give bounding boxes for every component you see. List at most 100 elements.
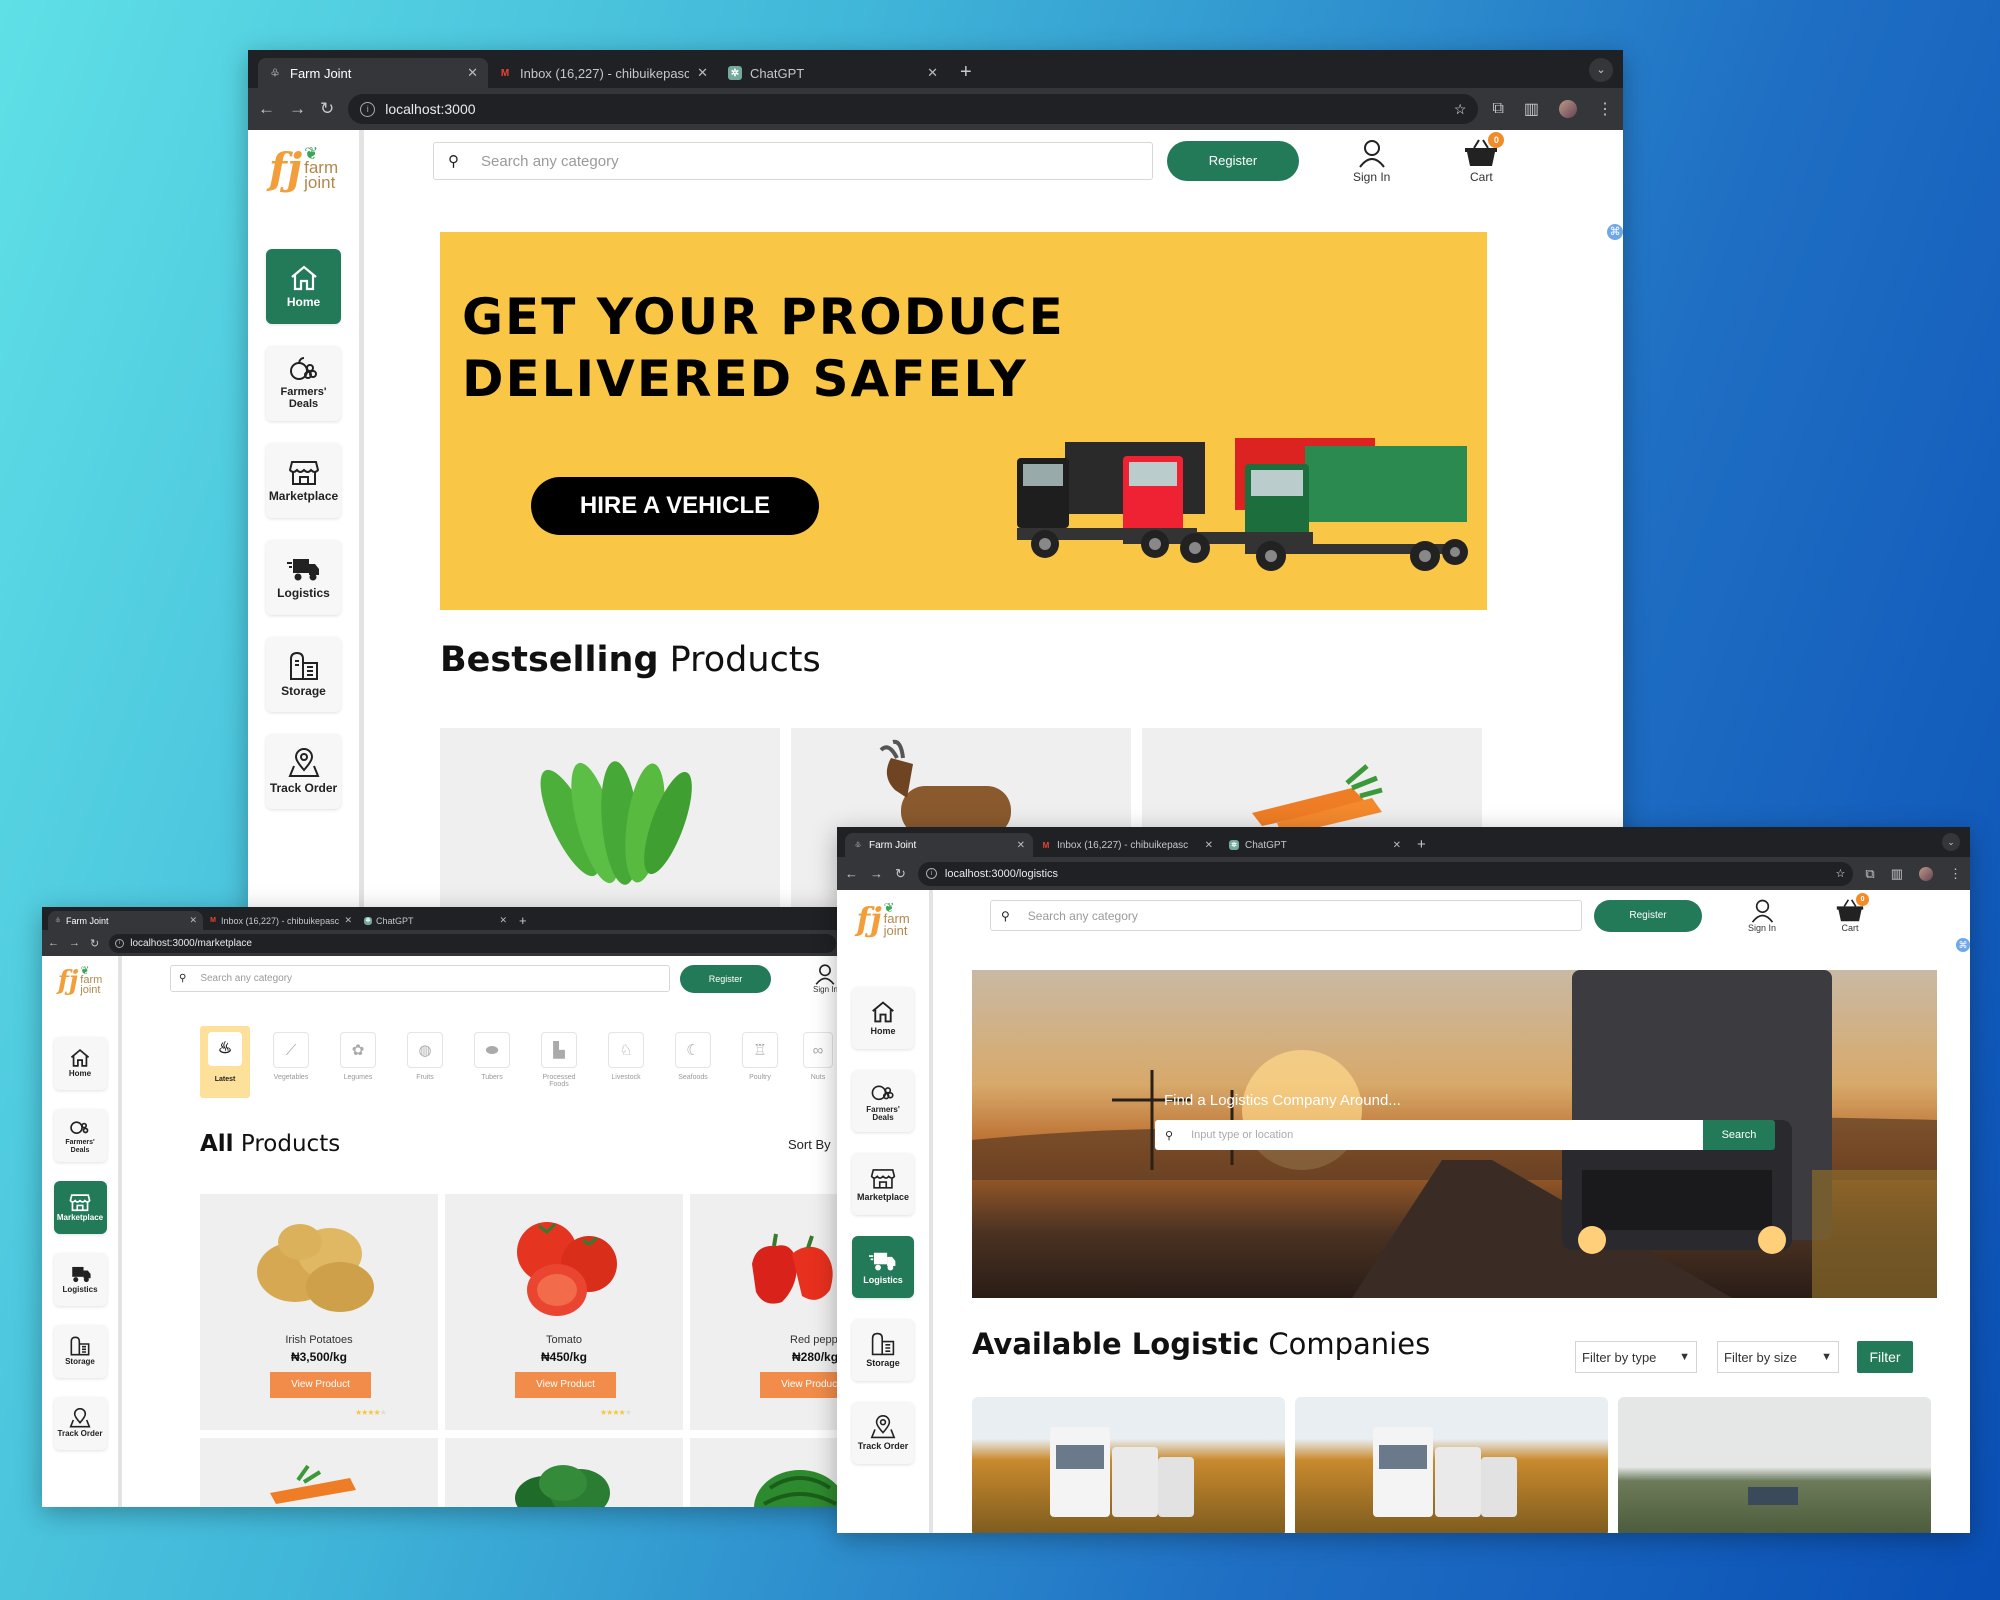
close-tab-icon[interactable]: ✕: [1393, 840, 1401, 851]
side-panel-icon[interactable]: ▥: [1524, 99, 1539, 119]
tab-inbox[interactable]: M Inbox (16,227) - chibuikepasc ✕: [203, 911, 358, 930]
close-tab-icon[interactable]: ✕: [1205, 840, 1213, 851]
reload-icon[interactable]: ↻: [90, 937, 99, 950]
category-tubers[interactable]: ⬬ Tubers: [466, 1026, 518, 1098]
extensions-icon[interactable]: ⧉: [1492, 100, 1503, 118]
register-button[interactable]: Register: [680, 964, 771, 993]
category-processed-foods[interactable]: ▙ Processed Foods: [533, 1026, 585, 1098]
product-card-red-pepper[interactable]: Red pepper ₦280/kg View Product: [690, 1194, 842, 1430]
close-tab-icon[interactable]: ✕: [467, 65, 478, 81]
sign-in-button[interactable]: Sign In: [1353, 138, 1390, 184]
floating-widget-icon[interactable]: ⌘: [1607, 224, 1623, 240]
reload-icon[interactable]: ↻: [320, 99, 334, 119]
location-search-input[interactable]: ⚲ Input type or location: [1155, 1120, 1703, 1150]
search-bar[interactable]: ⚲ Search any category: [990, 900, 1582, 931]
category-fruits[interactable]: ◍ Fruits: [399, 1026, 451, 1098]
reload-icon[interactable]: ↻: [895, 866, 906, 882]
product-card-spinach[interactable]: [445, 1438, 683, 1507]
company-card[interactable]: [972, 1397, 1285, 1533]
tab-search-icon[interactable]: ⌄: [1589, 58, 1613, 82]
filter-by-size-select[interactable]: Filter by size ▼: [1717, 1341, 1839, 1373]
nav-track-order[interactable]: Track Order: [53, 1397, 107, 1450]
side-panel-icon[interactable]: ▥: [1891, 866, 1903, 882]
product-card-carrots[interactable]: [200, 1438, 438, 1507]
bookmark-star-icon[interactable]: ☆: [1836, 867, 1846, 880]
close-tab-icon[interactable]: ✕: [1017, 840, 1025, 851]
filter-by-type-select[interactable]: Filter by type ▼: [1575, 1341, 1697, 1373]
site-info-icon[interactable]: i: [925, 868, 937, 879]
nav-track-order[interactable]: Track Order: [266, 734, 341, 809]
view-product-button[interactable]: View Product: [270, 1372, 371, 1398]
close-tab-icon[interactable]: ✕: [499, 915, 507, 926]
brand-logo[interactable]: fj ❦ farm joint: [269, 144, 338, 193]
category-vegetables[interactable]: ⟋ Vegetables: [265, 1026, 317, 1098]
close-tab-icon[interactable]: ✕: [344, 915, 352, 926]
new-tab-button[interactable]: +: [948, 58, 984, 88]
nav-storage[interactable]: Storage: [852, 1319, 914, 1381]
address-bar[interactable]: i localhost:3000/logistics ☆: [917, 861, 1854, 886]
register-button[interactable]: Register: [1167, 141, 1299, 181]
category-nuts[interactable]: ∞ Nuts: [801, 1026, 835, 1098]
register-button[interactable]: Register: [1594, 899, 1702, 932]
tab-chatgpt[interactable]: ✲ ChatGPT ✕: [358, 911, 513, 930]
hire-vehicle-button[interactable]: HIRE A VEHICLE: [531, 477, 819, 535]
nav-marketplace[interactable]: Marketplace: [852, 1153, 914, 1215]
close-tab-icon[interactable]: ✕: [927, 65, 938, 81]
tab-farm-joint[interactable]: ♧ Farm Joint ✕: [258, 58, 488, 88]
sign-in-button[interactable]: Sign In: [1748, 898, 1776, 933]
category-latest[interactable]: ♨ Latest: [200, 1026, 250, 1098]
nav-marketplace[interactable]: Marketplace: [266, 443, 341, 518]
nav-home[interactable]: Home: [852, 987, 914, 1049]
new-tab-button[interactable]: +: [513, 911, 533, 930]
product-card-tomato[interactable]: Tomato ₦450/kg View Product ★★★★★: [445, 1194, 683, 1430]
category-poultry[interactable]: ♖ Poultry: [734, 1026, 786, 1098]
tab-chatgpt[interactable]: ✲ ChatGPT ✕: [1221, 833, 1409, 857]
forward-icon[interactable]: →: [870, 866, 883, 881]
search-bar[interactable]: ⚲ Search any category: [170, 965, 670, 992]
nav-home[interactable]: Home: [53, 1037, 107, 1090]
tab-farm-joint[interactable]: ♧ Farm Joint ✕: [845, 833, 1033, 857]
brand-logo[interactable]: fj ❦ farm joint: [58, 965, 103, 996]
back-icon[interactable]: ←: [845, 866, 858, 881]
product-card-snow-peas[interactable]: [440, 728, 780, 910]
floating-widget-icon[interactable]: ⌘: [1956, 938, 1970, 952]
view-product-button[interactable]: View Product: [515, 1372, 616, 1398]
brand-logo[interactable]: fj ❦ farm joint: [856, 900, 909, 938]
address-bar[interactable]: i localhost:3000/marketplace: [109, 933, 836, 953]
nav-logistics[interactable]: Logistics: [53, 1253, 107, 1306]
nav-logistics[interactable]: Logistics: [852, 1236, 914, 1298]
extensions-icon[interactable]: ⧉: [1865, 866, 1874, 882]
nav-marketplace[interactable]: Marketplace: [53, 1181, 107, 1234]
category-livestock[interactable]: ♘ Livestock: [600, 1026, 652, 1098]
sort-by-dropdown[interactable]: Sort By: [788, 1137, 831, 1152]
menu-kebab-icon[interactable]: ⋮: [1597, 99, 1613, 119]
nav-track-order[interactable]: Track Order: [852, 1402, 914, 1464]
site-info-icon[interactable]: i: [360, 101, 376, 117]
back-icon[interactable]: ←: [48, 937, 59, 949]
site-info-icon[interactable]: i: [115, 938, 125, 948]
new-tab-button[interactable]: +: [1409, 833, 1434, 857]
filter-button[interactable]: Filter: [1857, 1341, 1913, 1373]
hero-search-button[interactable]: Search: [1703, 1120, 1775, 1150]
profile-avatar[interactable]: [1919, 866, 1933, 881]
profile-avatar[interactable]: [1559, 100, 1577, 118]
tab-chatgpt[interactable]: ✲ ChatGPT ✕: [718, 58, 948, 88]
cart-button[interactable]: Cart 0: [1464, 132, 1505, 184]
tab-search-icon[interactable]: ⌄: [1942, 833, 1960, 851]
category-seafoods[interactable]: ☾ Seafoods: [667, 1026, 719, 1098]
cart-button[interactable]: Cart 0: [1836, 893, 1870, 933]
close-tab-icon[interactable]: ✕: [697, 65, 708, 81]
nav-farmers-deals[interactable]: Farmers' Deals: [266, 346, 341, 421]
tab-inbox[interactable]: M Inbox (16,227) - chibuikepasc ✕: [1033, 833, 1221, 857]
sign-in-button[interactable]: Sign In: [813, 963, 838, 994]
view-product-button[interactable]: View Product: [760, 1372, 842, 1398]
company-card[interactable]: [1618, 1397, 1931, 1533]
nav-home[interactable]: Home: [266, 249, 341, 324]
nav-logistics[interactable]: Logistics: [266, 540, 341, 615]
forward-icon[interactable]: →: [289, 99, 306, 119]
forward-icon[interactable]: →: [69, 937, 80, 949]
back-icon[interactable]: ←: [258, 99, 275, 119]
menu-kebab-icon[interactable]: ⋮: [1949, 866, 1962, 882]
company-card[interactable]: [1295, 1397, 1608, 1533]
nav-farmers-deals[interactable]: Farmers' Deals: [53, 1109, 107, 1162]
